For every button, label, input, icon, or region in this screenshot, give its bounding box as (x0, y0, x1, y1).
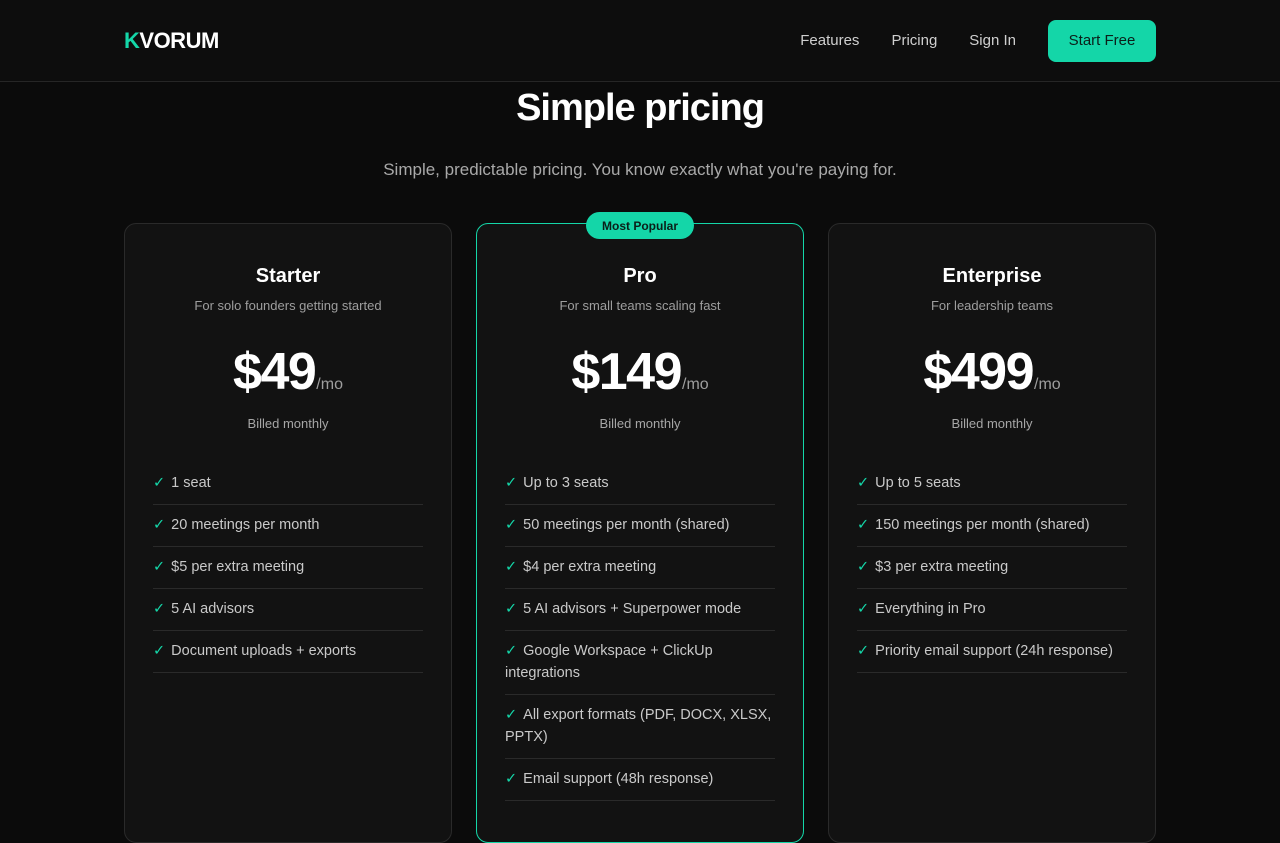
check-icon: ✓ (153, 559, 166, 575)
most-popular-badge: Most Popular (585, 212, 695, 239)
pricing-hero: Simple pricing Simple, predictable prici… (0, 88, 1280, 180)
price-period: /mo (316, 376, 343, 393)
start-free-button[interactable]: Start Free (1048, 19, 1156, 62)
feature-item: ✓ Document uploads + exports (153, 631, 423, 673)
feature-text: Up to 3 seats (523, 475, 609, 491)
feature-list: ✓ Up to 5 seats ✓ 150 meetings per month (s… (857, 463, 1127, 673)
feature-list: ✓ 1 seat ✓ 20 meetings per month ✓ $5 per ext… (153, 463, 423, 673)
feature-item: ✓ 150 meetings per month (shared) (857, 505, 1127, 547)
feature-item: ✓ $3 per extra meeting (857, 547, 1127, 589)
feature-text: Priority email support (24h response) (875, 643, 1113, 659)
feature-item: ✓ $5 per extra meeting (153, 547, 423, 589)
feature-text: Up to 5 seats (875, 475, 961, 491)
feature-text: All export formats (PDF, DOCX, XLSX, PPT… (505, 707, 772, 745)
feature-item: ✓ Everything in Pro (857, 589, 1127, 631)
plan-price: $49 /mo (153, 342, 423, 402)
plan-card-enterprise: Enterprise For leadership teams $499 /mo … (828, 223, 1156, 843)
feature-text: 20 meetings per month (171, 517, 320, 533)
plan-price: $149 /mo (505, 342, 775, 402)
nav-link-pricing[interactable]: Pricing (891, 32, 937, 49)
price-amount: $49 (233, 343, 317, 401)
feature-text: 1 seat (171, 475, 211, 491)
feature-list: ✓ Up to 3 seats ✓ 50 meetings per month (sh… (505, 463, 775, 801)
pricing-plans: Starter For solo founders getting started… (124, 212, 1156, 843)
logo-wordmark: VORUM (139, 27, 219, 53)
check-icon: ✓ (505, 643, 518, 659)
check-icon: ✓ (153, 643, 166, 659)
check-icon: ✓ (153, 601, 166, 617)
feature-text: Email support (48h response) (523, 771, 714, 787)
plan-description: For leadership teams (930, 298, 1054, 313)
nav-link-features[interactable]: Features (800, 32, 859, 49)
check-icon: ✓ (505, 559, 518, 575)
feature-item: ✓ 20 meetings per month (153, 505, 423, 547)
feature-text: $5 per extra meeting (171, 559, 305, 575)
feature-item: ✓ Up to 5 seats (857, 463, 1127, 505)
feature-text: $4 per extra meeting (523, 559, 657, 575)
check-icon: ✓ (505, 475, 518, 491)
plan-card-pro: Most Popular Pro For small teams scaling f… (476, 212, 804, 843)
top-navbar: K VORUM Features Pricing Sign In Start Fr… (0, 0, 1280, 82)
billing-note: Billed monthly (247, 416, 329, 431)
plan-card-starter: Starter For solo founders getting started… (124, 223, 452, 843)
plan-name: Starter (255, 265, 321, 287)
price-amount: $499 (923, 343, 1034, 401)
feature-item: ✓ 50 meetings per month (shared) (505, 505, 775, 547)
billing-note: Billed monthly (951, 416, 1033, 431)
check-icon: ✓ (505, 707, 518, 723)
plan-price: $499 /mo (857, 342, 1127, 402)
feature-item: ✓ Google Workspace + ClickUp integrations (505, 631, 775, 695)
check-icon: ✓ (857, 475, 870, 491)
feature-text: 5 AI advisors + Superpower mode (523, 601, 742, 617)
feature-item: ✓ Priority email support (24h response) (857, 631, 1127, 673)
feature-text: Everything in Pro (875, 601, 986, 617)
check-icon: ✓ (857, 643, 870, 659)
plan-description: For small teams scaling fast (559, 298, 721, 313)
feature-item: ✓ 1 seat (153, 463, 423, 505)
feature-item: ✓ 5 AI advisors + Superpower mode (505, 589, 775, 631)
feature-item: ✓ 5 AI advisors (153, 589, 423, 631)
check-icon: ✓ (505, 517, 518, 533)
check-icon: ✓ (153, 517, 166, 533)
brand-logo[interactable]: K VORUM (124, 28, 219, 54)
check-icon: ✓ (857, 559, 870, 575)
check-icon: ✓ (505, 771, 518, 787)
check-icon: ✓ (857, 517, 870, 533)
billing-note: Billed monthly (599, 416, 681, 431)
plan-description: For solo founders getting started (194, 298, 382, 313)
price-period: /mo (1034, 376, 1061, 393)
feature-item: ✓ Up to 3 seats (505, 463, 775, 505)
price-period: /mo (682, 376, 709, 393)
plan-name: Pro (623, 265, 657, 287)
page-subtitle: Simple, predictable pricing. You know ex… (383, 160, 897, 179)
nav-link-sign-in[interactable]: Sign In (969, 32, 1016, 49)
check-icon: ✓ (505, 601, 518, 617)
feature-text: 5 AI advisors (171, 601, 255, 617)
check-icon: ✓ (857, 601, 870, 617)
check-icon: ✓ (153, 475, 166, 491)
price-amount: $149 (571, 343, 682, 401)
page-title: Simple pricing (516, 87, 765, 129)
feature-text: 150 meetings per month (shared) (875, 517, 1090, 533)
feature-item: ✓ $4 per extra meeting (505, 547, 775, 589)
feature-text: Google Workspace + ClickUp integrations (505, 643, 713, 681)
nav-links: Features Pricing Sign In Start Free (800, 19, 1156, 62)
feature-text: Document uploads + exports (171, 643, 357, 659)
feature-text: $3 per extra meeting (875, 559, 1009, 575)
plan-name: Enterprise (942, 265, 1042, 287)
logo-mark: K (124, 27, 140, 53)
feature-text: 50 meetings per month (shared) (523, 517, 730, 533)
feature-item: ✓ Email support (48h response) (505, 759, 775, 801)
feature-item: ✓ All export formats (PDF, DOCX, XLSX, PP… (505, 695, 775, 759)
